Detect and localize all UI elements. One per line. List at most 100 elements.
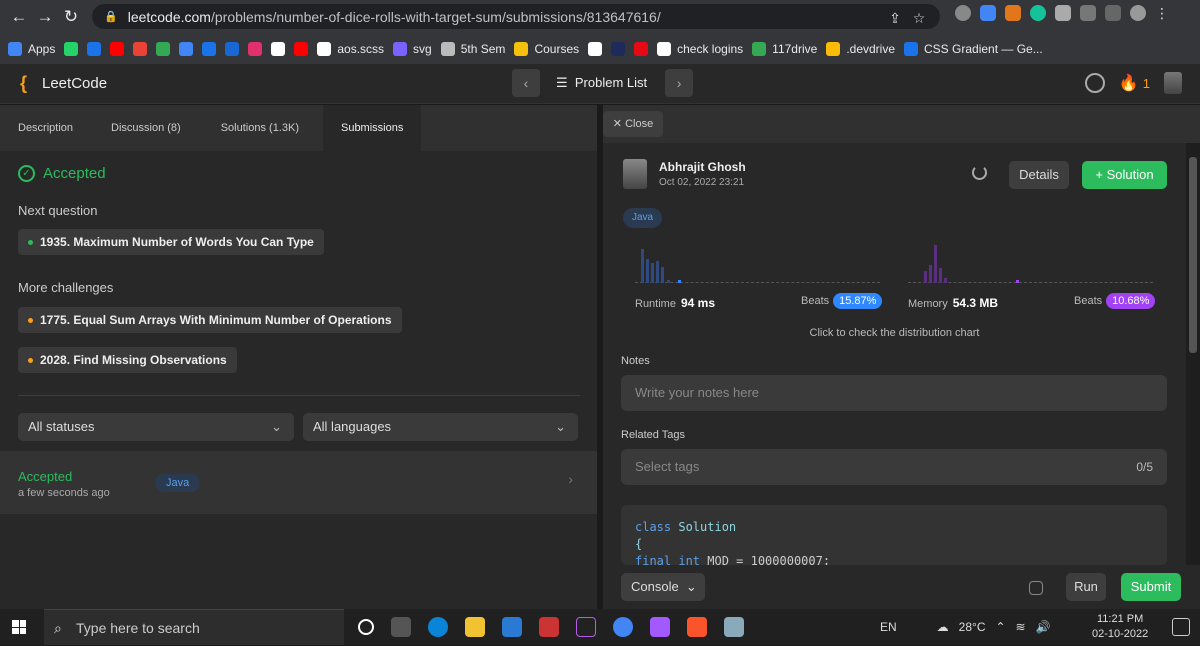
bookmark-item[interactable] bbox=[634, 41, 649, 56]
taskbar-clock[interactable]: 11:21 PM 02-10-2022 bbox=[1092, 612, 1148, 642]
details-button[interactable]: Details bbox=[1009, 161, 1069, 189]
bookmark-item[interactable]: svg bbox=[393, 41, 432, 56]
intellij-icon[interactable] bbox=[576, 617, 596, 637]
bookmark-label: Courses bbox=[534, 41, 580, 56]
forward-arrow-icon[interactable]: → bbox=[32, 7, 58, 27]
temperature[interactable]: 28°C bbox=[959, 620, 986, 634]
bookmark-item[interactable]: Apps bbox=[8, 41, 55, 56]
flame-icon[interactable]: 🔥 bbox=[1119, 73, 1139, 93]
bookmark-item[interactable] bbox=[179, 41, 194, 56]
avatar[interactable] bbox=[623, 159, 647, 189]
bookmark-item[interactable] bbox=[271, 41, 286, 56]
user-name[interactable]: Abhrajit Ghosh bbox=[659, 160, 746, 174]
scrollbar[interactable] bbox=[1186, 143, 1200, 565]
notes-input[interactable]: Write your notes here bbox=[621, 375, 1167, 411]
vscode-icon[interactable] bbox=[502, 617, 522, 637]
bookmark-item[interactable] bbox=[294, 41, 309, 56]
chrome-icon[interactable] bbox=[613, 617, 633, 637]
bookmark-item[interactable] bbox=[87, 41, 102, 56]
tags-select[interactable]: Select tags 0/5 bbox=[621, 449, 1167, 485]
bookmark-item[interactable]: .devdrive bbox=[826, 41, 895, 56]
bookmark-item[interactable] bbox=[64, 41, 79, 56]
memory-label: Memory bbox=[908, 298, 948, 310]
taskbar-search[interactable]: ⌕ Type here to search bbox=[44, 609, 344, 645]
brave-icon[interactable] bbox=[687, 617, 707, 637]
distribution-hint[interactable]: Click to check the distribution chart bbox=[603, 327, 1186, 339]
run-button[interactable]: Run bbox=[1066, 573, 1106, 601]
user-avatar[interactable] bbox=[1164, 72, 1182, 94]
wifi-icon[interactable]: ≋ bbox=[1016, 620, 1026, 634]
bookmark-icon bbox=[271, 41, 286, 56]
check-circle-icon: ✓ bbox=[18, 165, 35, 182]
language-filter-select[interactable]: All languages ⌄ bbox=[303, 413, 578, 441]
challenge-chip[interactable]: 1775. Equal Sum Arrays With Minimum Numb… bbox=[18, 307, 402, 333]
weather-icon[interactable]: ☁ bbox=[937, 620, 949, 634]
bookmark-item[interactable] bbox=[588, 41, 603, 56]
bookmark-item[interactable] bbox=[248, 41, 263, 56]
url-field[interactable]: 🔒 leetcode.com/problems/number-of-dice-r… bbox=[92, 4, 940, 29]
timer-icon[interactable] bbox=[1084, 73, 1105, 93]
submission-row[interactable]: Accepted a few seconds ago Java › bbox=[0, 451, 597, 514]
scrollbar-thumb[interactable] bbox=[1189, 157, 1197, 353]
notification-icon[interactable] bbox=[1172, 618, 1190, 636]
share-icon[interactable]: ⇪ bbox=[886, 10, 904, 27]
menu-kebab-icon[interactable]: ⋮ bbox=[1155, 5, 1171, 21]
tab-solutions[interactable]: Solutions (1.3K) bbox=[203, 105, 323, 151]
tab-discussion[interactable]: Discussion (8) bbox=[91, 105, 203, 151]
sidebar-icon[interactable] bbox=[1105, 5, 1121, 21]
bookmark-item[interactable] bbox=[225, 41, 240, 56]
app-icon[interactable] bbox=[724, 617, 744, 637]
figma-icon[interactable] bbox=[650, 617, 670, 637]
tab-submissions[interactable]: Submissions bbox=[322, 105, 422, 151]
leetcode-logo[interactable]: { LeetCode bbox=[20, 73, 107, 93]
bookmark-item[interactable] bbox=[110, 41, 125, 56]
refresh-icon[interactable] bbox=[972, 165, 987, 180]
bookmark-item[interactable]: 117drive bbox=[752, 41, 817, 56]
bookmark-item[interactable]: check logins bbox=[657, 41, 743, 56]
next-question-chip[interactable]: 1935. Maximum Number of Words You Can Ty… bbox=[18, 229, 324, 255]
bookmark-item[interactable]: 5th Sem bbox=[440, 41, 505, 56]
language-indicator[interactable]: EN bbox=[880, 620, 897, 634]
bookmark-item[interactable] bbox=[156, 41, 171, 56]
edge-icon[interactable] bbox=[428, 617, 448, 637]
next-problem-button[interactable]: › bbox=[665, 69, 694, 97]
bookmark-star-icon[interactable]: ☆ bbox=[910, 10, 928, 27]
bookmark-item[interactable] bbox=[133, 41, 148, 56]
app-icon[interactable] bbox=[539, 617, 559, 637]
debug-icon[interactable] bbox=[1029, 581, 1043, 595]
shield-extension-icon[interactable] bbox=[955, 5, 971, 21]
speaker-icon[interactable]: 🔊 bbox=[1036, 620, 1051, 634]
metamask-icon[interactable] bbox=[1005, 5, 1021, 21]
back-arrow-icon[interactable]: ← bbox=[6, 7, 32, 27]
windows-start-icon[interactable] bbox=[12, 620, 26, 634]
puzzle-icon[interactable] bbox=[1055, 5, 1071, 21]
bookmark-item[interactable] bbox=[611, 41, 626, 56]
console-button[interactable]: Console ⌄ bbox=[621, 573, 705, 601]
bookmark-item[interactable] bbox=[202, 41, 217, 56]
solution-button[interactable]: + Solution bbox=[1082, 161, 1167, 189]
extension-icon[interactable] bbox=[980, 5, 996, 21]
bookmark-icon bbox=[133, 41, 148, 56]
runtime-distribution[interactable] bbox=[635, 238, 880, 286]
submit-button[interactable]: Submit bbox=[1121, 573, 1181, 601]
challenge-chip[interactable]: 2028. Find Missing Observations bbox=[18, 347, 237, 373]
status-filter-select[interactable]: All statuses ⌄ bbox=[18, 413, 294, 441]
chevron-up-icon[interactable]: ⌃ bbox=[995, 620, 1005, 634]
memory-distribution[interactable] bbox=[908, 238, 1153, 286]
bookmark-item[interactable]: Courses bbox=[514, 41, 580, 56]
close-button[interactable]: ✕ Close bbox=[603, 111, 663, 137]
tab-description[interactable]: Description bbox=[0, 105, 91, 151]
problem-list-button[interactable]: ☰ Problem List bbox=[556, 75, 647, 91]
bookmark-item[interactable]: CSS Gradient — Ge... bbox=[904, 41, 1043, 56]
right-panel: ✕ Close Abhrajit Ghosh Oct 02, 2022 23:2… bbox=[603, 105, 1200, 609]
code-view[interactable]: class Solution { final int MOD = 1000000… bbox=[621, 505, 1167, 565]
cortana-icon[interactable] bbox=[358, 619, 374, 635]
grammarly-icon[interactable] bbox=[1030, 5, 1046, 21]
file-explorer-icon[interactable] bbox=[465, 617, 485, 637]
prev-problem-button[interactable]: ‹ bbox=[512, 69, 540, 97]
reload-icon[interactable]: ↻ bbox=[58, 7, 84, 27]
task-view-icon[interactable] bbox=[391, 617, 411, 637]
bookmark-item[interactable]: aos.scss bbox=[317, 41, 384, 56]
reading-list-icon[interactable] bbox=[1080, 5, 1096, 21]
profile-avatar-icon[interactable] bbox=[1130, 5, 1146, 21]
